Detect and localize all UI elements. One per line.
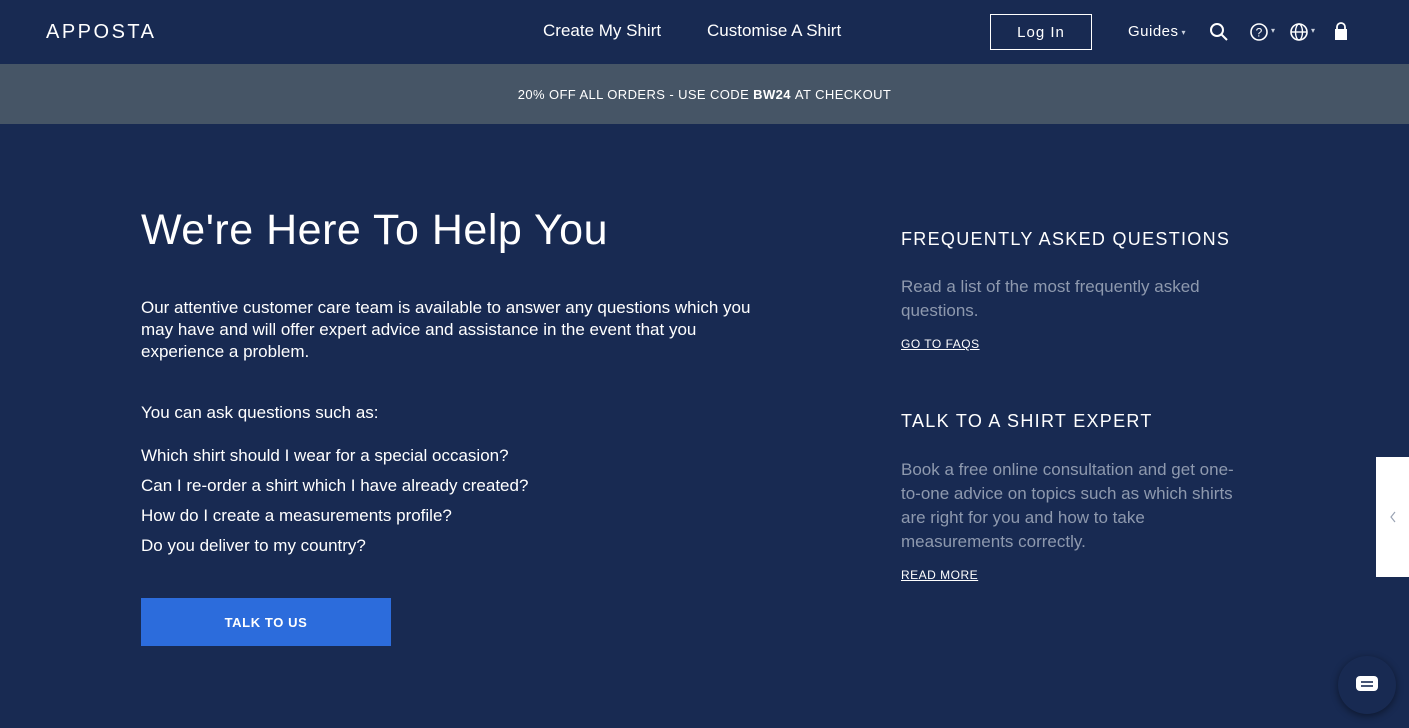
chat-icon bbox=[1356, 676, 1378, 691]
login-button[interactable]: Log In bbox=[990, 14, 1092, 50]
globe-chevron-down-icon: ▾ bbox=[1311, 26, 1316, 35]
logo[interactable]: APPOSTA bbox=[46, 21, 157, 44]
faq-text: Read a list of the most frequently asked… bbox=[901, 277, 1200, 320]
expert-heading: TALK TO A SHIRT EXPERT bbox=[901, 411, 1153, 431]
search-icon[interactable] bbox=[1209, 22, 1229, 42]
promo-prefix: 20% OFF ALL ORDERS - USE CODE bbox=[517, 86, 750, 102]
nav-customise-a-shirt[interactable]: Customise A Shirt bbox=[707, 21, 841, 41]
read-more-link[interactable]: READ MORE bbox=[901, 568, 978, 582]
chat-button[interactable] bbox=[1338, 656, 1396, 714]
site-header: APPOSTA Create My Shirt Customise A Shir… bbox=[0, 0, 1409, 64]
talk-to-us-button[interactable]: TALK TO US bbox=[141, 598, 391, 646]
cart-icon[interactable] bbox=[1331, 22, 1351, 42]
example-questions: Which shirt should I wear for a special … bbox=[141, 445, 528, 565]
guides-label: Guides bbox=[1128, 23, 1179, 40]
question-item: Can I re-order a shirt which I have alre… bbox=[141, 476, 529, 495]
faq-heading: FREQUENTLY ASKED QUESTIONS bbox=[901, 229, 1231, 249]
help-chevron-down-icon: ▾ bbox=[1271, 26, 1276, 35]
question-item: Which shirt should I wear for a special … bbox=[141, 446, 509, 465]
promo-code: BW24 bbox=[753, 86, 791, 102]
question-item: Do you deliver to my country? bbox=[141, 536, 366, 555]
intro-text: Our attentive customer care team is avai… bbox=[141, 298, 751, 361]
chevron-left-icon bbox=[1389, 511, 1395, 523]
globe-icon[interactable] bbox=[1289, 22, 1309, 42]
page-title: We're Here To Help You bbox=[141, 206, 609, 254]
expert-text: Book a free online consultation and get … bbox=[901, 460, 1234, 551]
promo-suffix: AT CHECKOUT bbox=[794, 86, 892, 102]
svg-text:?: ? bbox=[1256, 26, 1263, 40]
guides-menu[interactable]: Guides ▾ bbox=[1128, 23, 1186, 40]
question-item: How do I create a measurements profile? bbox=[141, 506, 452, 525]
nav-create-my-shirt[interactable]: Create My Shirt bbox=[543, 21, 661, 41]
go-to-faqs-link[interactable]: GO TO FAQS bbox=[901, 337, 980, 351]
side-drawer-tab[interactable] bbox=[1376, 457, 1409, 577]
help-icon[interactable]: ? bbox=[1249, 22, 1269, 42]
promo-banner: 20% OFF ALL ORDERS - USE CODE BW24 AT CH… bbox=[0, 64, 1409, 124]
ask-label: You can ask questions such as: bbox=[141, 403, 379, 422]
chevron-down-icon: ▾ bbox=[1181, 27, 1187, 37]
